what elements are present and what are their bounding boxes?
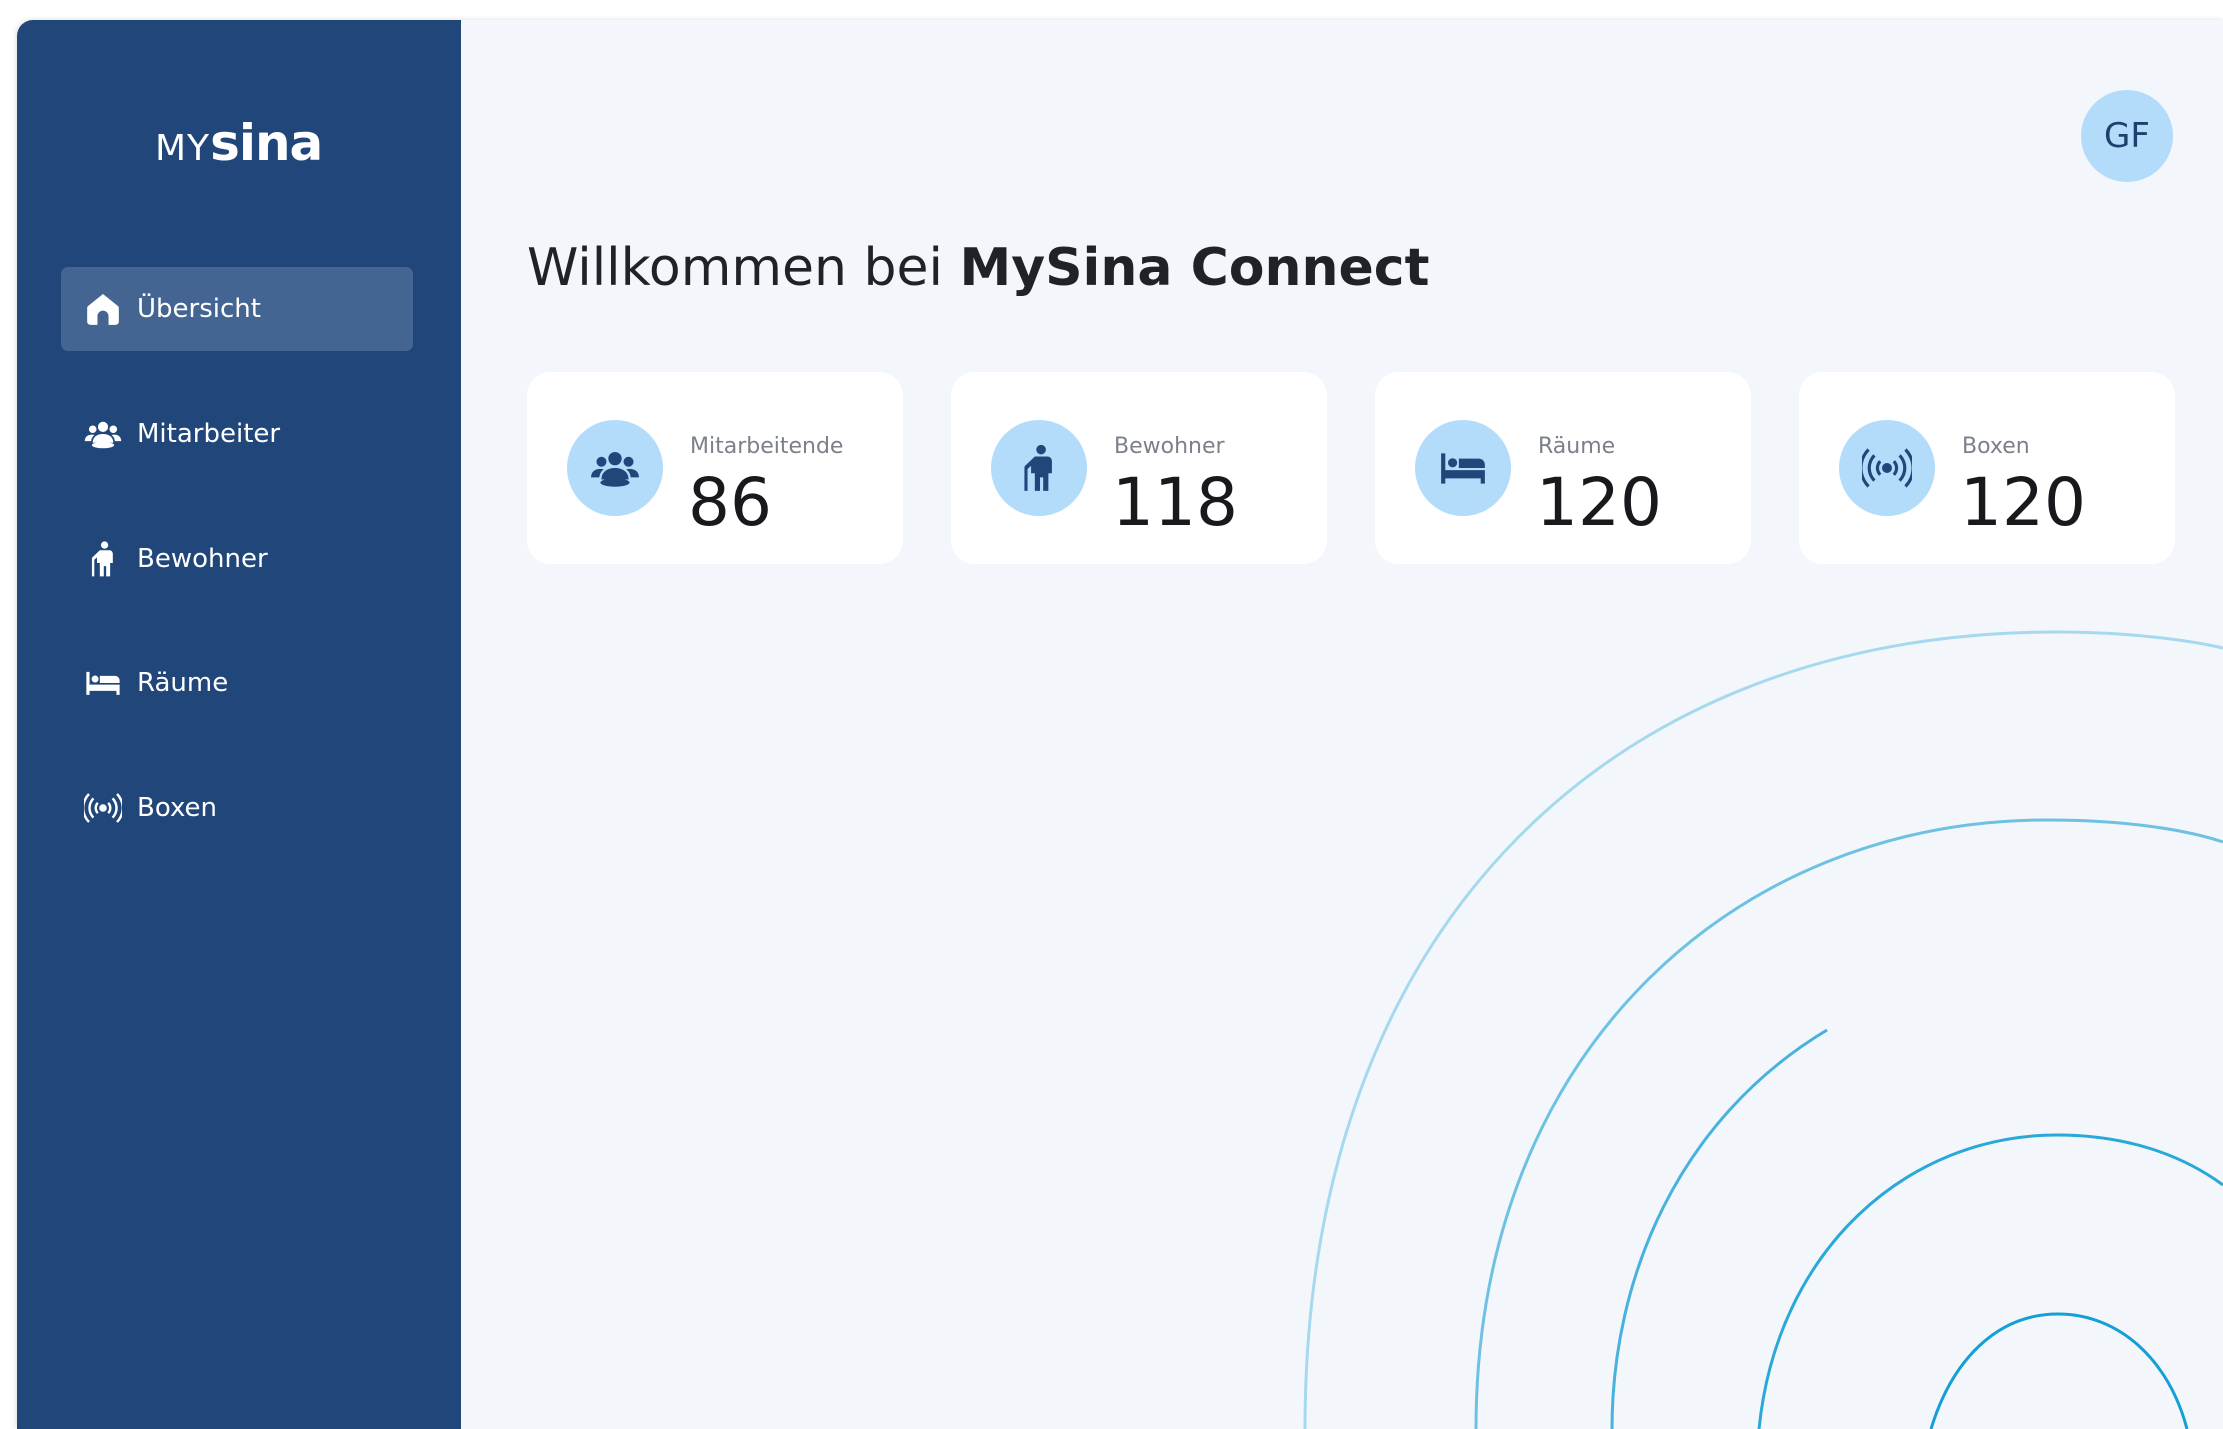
bed-icon [1415,420,1511,516]
signal-broadcast-icon [83,788,123,828]
sidebar-item-label: Mitarbeiter [137,419,281,449]
logo-suffix: sina [210,114,323,172]
sidebar-item-uebersicht[interactable]: Übersicht [61,267,413,351]
stat-label: Mitarbeitende [690,434,844,459]
sidebar-item-label: Räume [137,668,229,698]
sidebar-item-label: Boxen [137,793,218,823]
stat-label: Räume [1538,434,1616,459]
stat-label: Bewohner [1114,434,1225,459]
users-icon [567,420,663,516]
sidebar-item-label: Bewohner [137,544,268,574]
bed-icon [83,663,123,703]
elderly-person-icon [83,539,123,579]
sidebar-item-mitarbeiter[interactable]: Mitarbeiter [61,392,413,476]
users-icon [83,414,123,454]
elderly-person-icon [991,420,1087,516]
logo: MY sina [155,114,323,174]
stat-label: Boxen [1962,434,2030,459]
sidebar-item-boxen[interactable]: Boxen [61,766,413,850]
signal-broadcast-icon [1839,420,1935,516]
decorative-arc [1474,818,2223,1429]
sidebar-item-bewohner[interactable]: Bewohner [61,517,413,601]
user-avatar[interactable]: GF [2081,90,2173,182]
decorative-arc [1303,630,2223,1429]
stat-card-mitarbeitende[interactable]: Mitarbeitende 86 [527,372,903,564]
stat-value: 86 [688,464,772,541]
sidebar-item-label: Übersicht [137,294,261,324]
decorative-arc [1610,1028,1828,1429]
stat-card-boxen[interactable]: Boxen 120 [1799,372,2175,564]
page-title: Willkommen bei MySina Connect [527,238,1429,298]
stat-card-raeume[interactable]: Räume 120 [1375,372,1751,564]
decorative-arc [1757,1133,2223,1429]
welcome-brand: MySina Connect [959,238,1430,298]
logo-prefix: MY [155,128,211,169]
stat-value: 118 [1112,464,1238,541]
app-window: MY sina Übersicht Mitarbeiter Bewohner R… [17,20,2223,1429]
sidebar: MY sina Übersicht Mitarbeiter Bewohner R… [17,20,461,1429]
sidebar-item-raeume[interactable]: Räume [61,641,413,725]
welcome-prefix: Willkommen bei [527,238,960,298]
home-icon [83,289,123,329]
decorative-arc [1929,1312,2189,1429]
avatar-initials: GF [2104,116,2150,156]
stat-value: 120 [1536,464,1662,541]
stat-value: 120 [1960,464,2086,541]
stat-card-bewohner[interactable]: Bewohner 118 [951,372,1327,564]
